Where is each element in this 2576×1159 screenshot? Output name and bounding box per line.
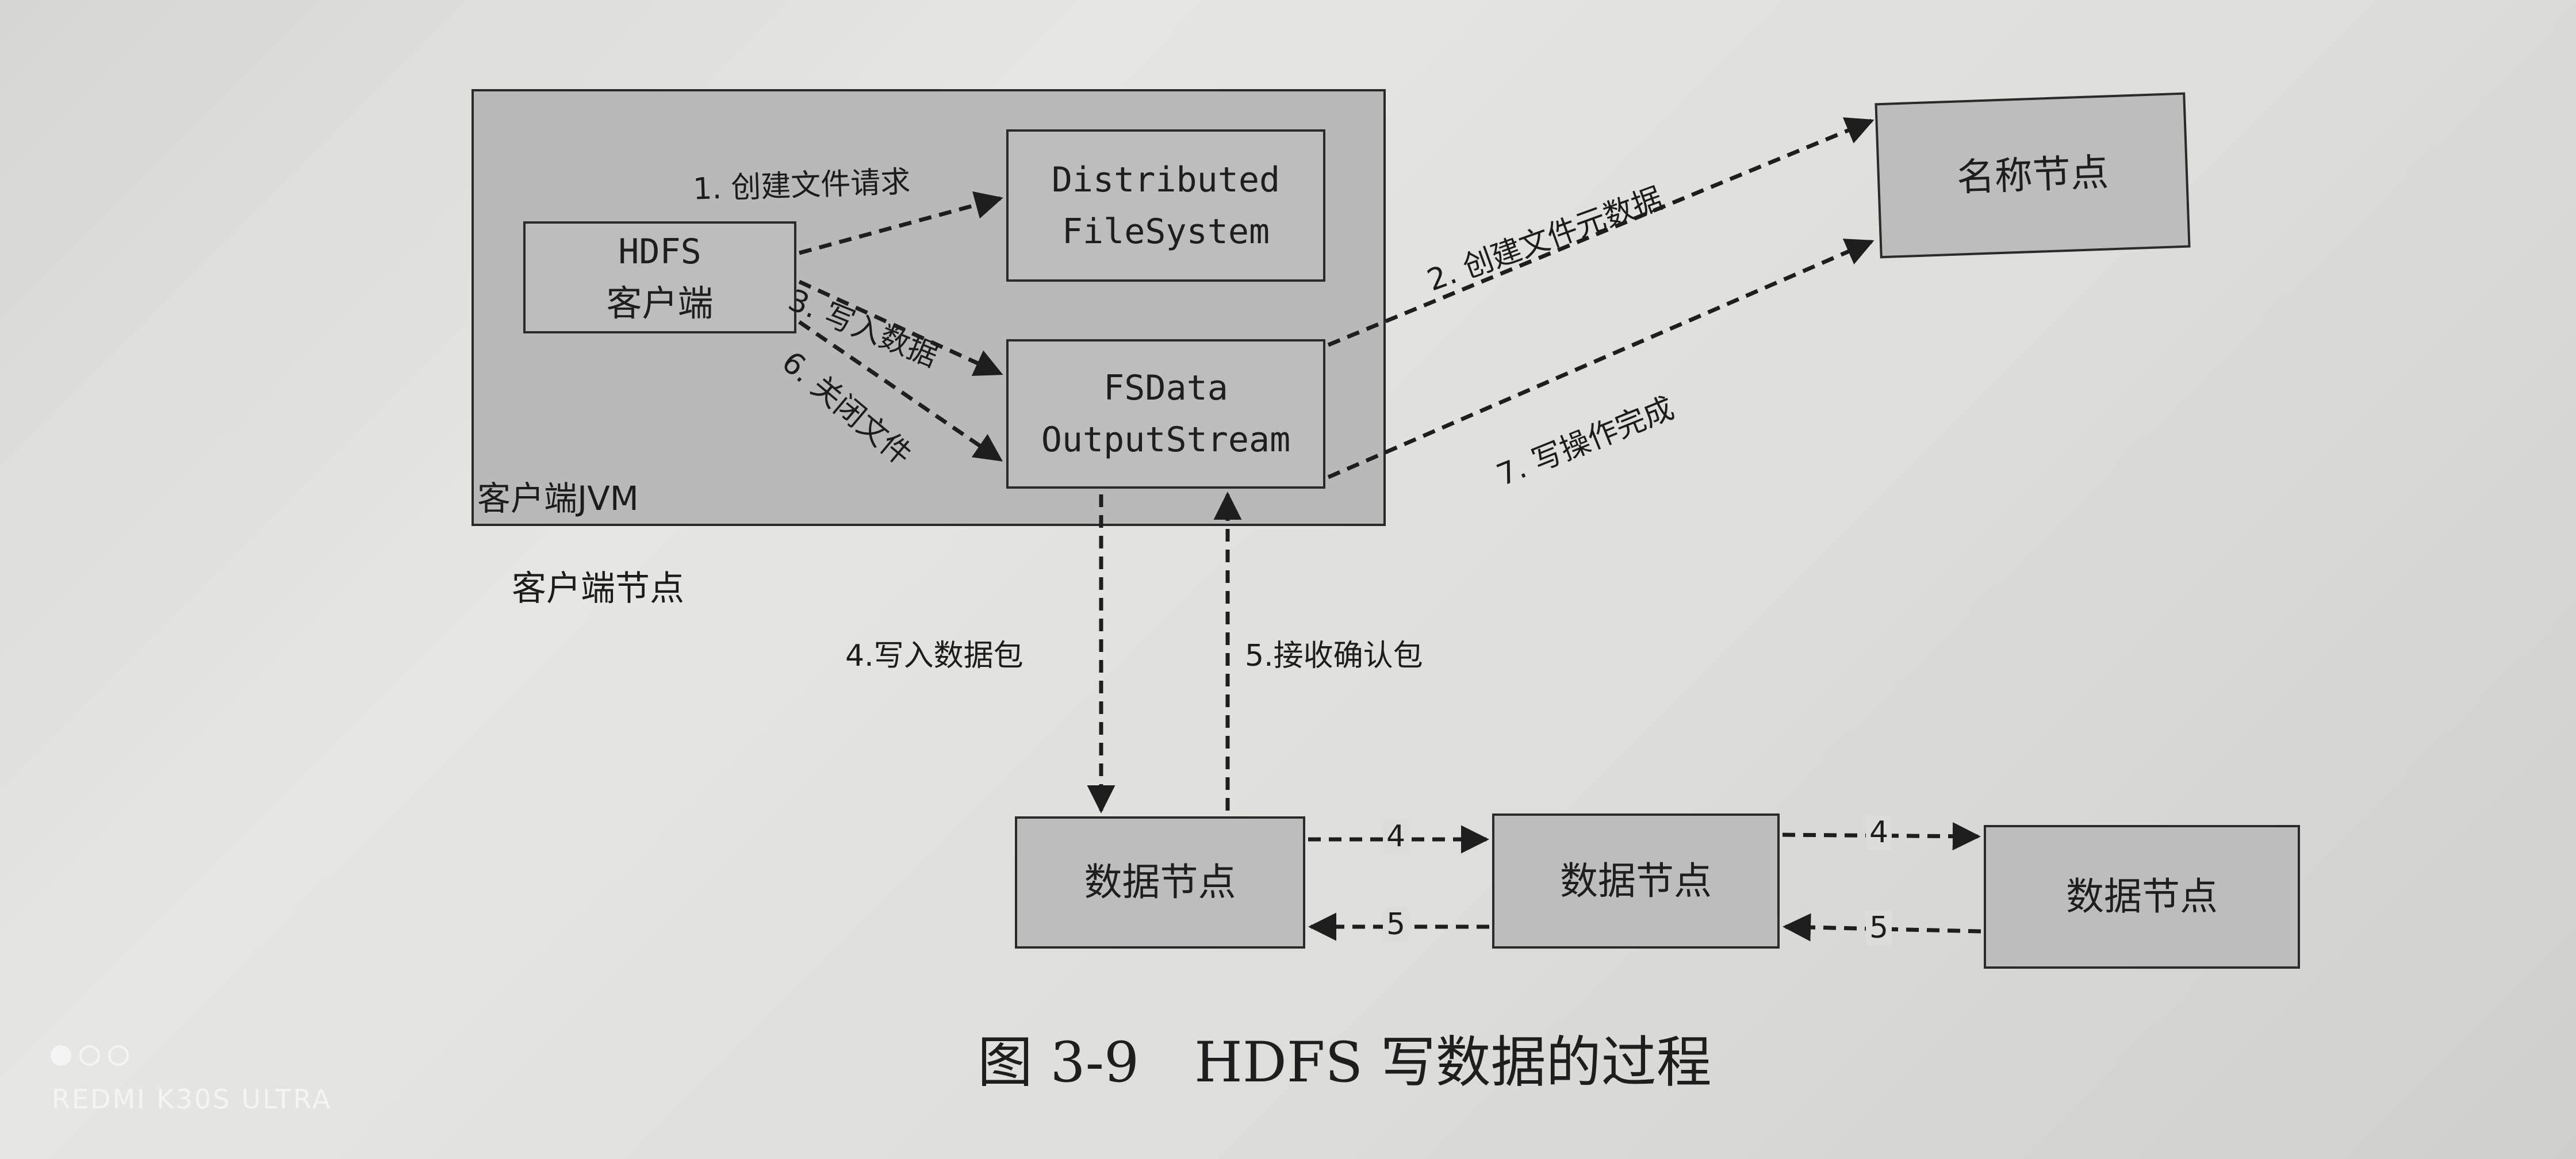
pipe-4a-label: 4	[1383, 819, 1409, 854]
step-5-label: 5.接收确认包	[1245, 639, 1423, 673]
pipe-5a-label: 5	[1383, 907, 1409, 942]
watermark-dot-1	[51, 1045, 71, 1066]
watermark-dots	[51, 1045, 129, 1066]
pipe-5b-label: 5	[1866, 911, 1892, 945]
camera-watermark: REDMI K30S ULTRA	[52, 1084, 332, 1115]
step-4-label: 4.写入数据包	[845, 639, 1023, 673]
step-1-label: 1. 创建文件请求	[692, 164, 911, 207]
watermark-dot-3	[108, 1045, 129, 1066]
arrows-layer	[798, 117, 1981, 942]
pipe-4b-label: 4	[1866, 815, 1892, 850]
figure-caption: 图 3-9 HDFS 写数据的过程	[977, 1030, 1712, 1095]
watermark-dot-2	[79, 1045, 100, 1066]
arrow-1-create-request	[799, 191, 1003, 255]
